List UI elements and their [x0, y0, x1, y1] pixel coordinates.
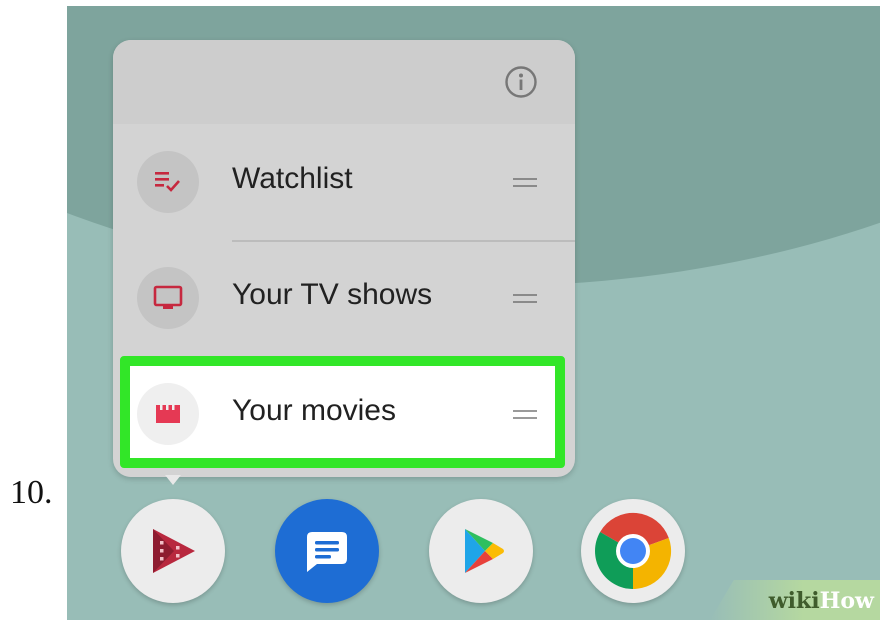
popup-pointer: [165, 475, 181, 485]
play-store-icon[interactable]: [429, 499, 533, 603]
shortcut-watchlist[interactable]: Watchlist: [113, 124, 575, 240]
highlight-your-movies: Your movies: [120, 356, 565, 468]
step-number: 10.: [10, 474, 53, 511]
shortcut-label: Your TV shows: [232, 278, 433, 311]
wikihow-watermark: wikiHow: [769, 588, 874, 614]
shortcut-your-tv-shows[interactable]: Your TV shows: [113, 240, 575, 356]
shortcut-your-movies[interactable]: Your movies: [113, 356, 575, 472]
chrome-icon[interactable]: [581, 499, 685, 603]
play-movies-icon[interactable]: [121, 499, 225, 603]
messages-icon[interactable]: [275, 499, 379, 603]
watchlist-icon: [137, 151, 199, 213]
drag-handle-icon[interactable]: [513, 292, 537, 304]
tv-icon: [137, 267, 199, 329]
drag-handle-icon[interactable]: [513, 176, 537, 188]
shortcut-label: Watchlist: [232, 162, 353, 195]
info-icon[interactable]: [503, 64, 539, 100]
watermark-wiki: wiki: [768, 588, 820, 614]
drag-handle-icon[interactable]: [513, 408, 537, 420]
clapperboard-icon: [137, 383, 199, 445]
watermark-how: How: [819, 588, 874, 614]
android-home-screen: Watchlist Your TV shows Your movies wiki…: [67, 6, 880, 620]
shortcut-label: Your movies: [232, 394, 396, 427]
